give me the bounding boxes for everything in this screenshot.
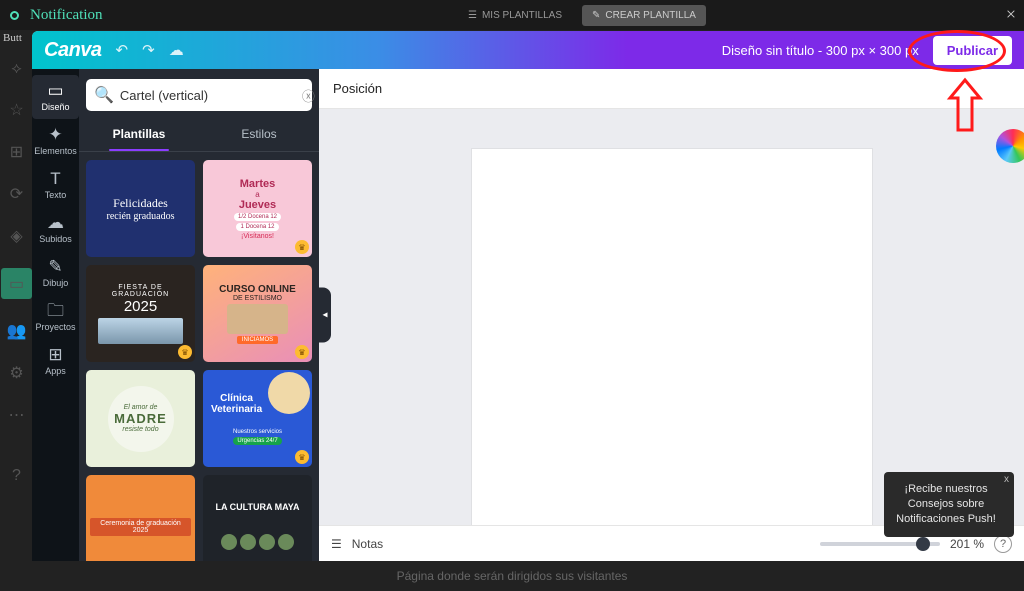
template-thumb[interactable]: LA CULTURA MAYA <box>203 475 312 561</box>
my-templates-button[interactable]: ☰ MIS PLANTILLAS <box>468 10 562 21</box>
text-icon: T <box>50 170 60 187</box>
cloud-sync-icon: ☁ <box>169 41 184 59</box>
create-template-button[interactable]: ✎ CREAR PLANTILLA <box>582 5 706 26</box>
bg-icon-active[interactable]: ▭ <box>1 268 32 299</box>
bg-icon[interactable]: ⚙ <box>9 363 23 383</box>
position-button[interactable]: Posición <box>333 81 382 96</box>
sidebar-item-uploads[interactable]: ☁ Subidos <box>32 207 79 251</box>
tab-styles[interactable]: Estilos <box>199 119 319 151</box>
sidebar-item-projects[interactable]: 🗀 Proyectos <box>32 295 79 339</box>
bg-icon[interactable]: ⟳ <box>10 184 23 204</box>
template-thumb[interactable]: Martes a Jueves 1/2 Docena 12 1 Docena 1… <box>203 160 312 257</box>
publish-button[interactable]: Publicar <box>933 36 1012 65</box>
folder-icon: 🗀 <box>47 302 64 319</box>
bg-icon[interactable]: ⟡ <box>11 60 22 78</box>
template-thumb[interactable]: CURSO ONLINE DE ESTILISMO INICIAMOS ♛ <box>203 265 312 362</box>
template-thumb[interactable]: El amor de MADRE resiste todo <box>86 370 195 467</box>
bg-footer-text: Página donde serán dirigidos sus visitan… <box>0 569 1024 583</box>
redo-icon[interactable]: ↷ <box>142 41 155 59</box>
canvas-page[interactable] <box>472 149 872 525</box>
search-input[interactable] <box>120 88 296 103</box>
zoom-value[interactable]: 201 % <box>950 537 984 551</box>
collapse-panel-icon[interactable]: ◂ <box>319 288 331 343</box>
premium-badge-icon: ♛ <box>295 450 309 464</box>
template-thumb[interactable]: Felicidades recién graduados <box>86 160 195 257</box>
help-icon[interactable]: ? <box>994 535 1012 553</box>
clear-search-icon[interactable]: ⓧ <box>302 86 315 105</box>
bg-icon[interactable]: ? <box>12 467 21 485</box>
bg-icon[interactable]: ⋯ <box>9 405 25 425</box>
template-thumb[interactable]: Ceremonia de graduación 2025 <box>86 475 195 561</box>
tooltip-close-icon[interactable]: x <box>1004 473 1009 487</box>
layout-icon: ▭ <box>47 82 63 99</box>
premium-badge-icon: ♛ <box>295 345 309 359</box>
apps-icon: ⊞ <box>48 346 62 363</box>
template-thumb[interactable]: FIESTA DE GRADUACIÓN 2025 ♛ <box>86 265 195 362</box>
search-input-wrapper[interactable]: 🔍 ⓧ ☰ <box>86 79 312 111</box>
push-tip-tooltip: x ¡Recibe nuestros Consejos sobre Notifi… <box>884 472 1014 537</box>
pencil-icon: ✎ <box>592 10 600 21</box>
stack-icon: ☰ <box>468 10 477 21</box>
undo-icon[interactable]: ↶ <box>116 41 129 59</box>
document-title[interactable]: Diseño sin título - 300 px × 300 px <box>722 43 919 58</box>
bg-icon[interactable]: ☆ <box>9 100 23 120</box>
sidebar-item-draw[interactable]: ✎ Dibujo <box>32 251 79 295</box>
notes-icon[interactable]: ☰ <box>331 537 342 551</box>
bg-title: Notification <box>30 7 102 24</box>
bg-icon[interactable]: ⊞ <box>10 142 23 162</box>
canva-logo[interactable]: Canva <box>44 39 102 62</box>
draw-icon: ✎ <box>48 258 62 275</box>
sidebar-item-apps[interactable]: ⊞ Apps <box>32 339 79 383</box>
notes-button[interactable]: Notas <box>352 537 383 551</box>
close-icon[interactable]: × <box>1006 4 1016 25</box>
bg-icon[interactable]: 👥 <box>7 321 27 341</box>
premium-badge-icon: ♛ <box>178 345 192 359</box>
tab-templates[interactable]: Plantillas <box>79 119 199 151</box>
color-picker-fab[interactable] <box>996 129 1024 163</box>
sidebar-item-elements[interactable]: ✦ Elementos <box>32 119 79 163</box>
search-icon: 🔍 <box>94 85 114 105</box>
bg-icon[interactable]: ◈ <box>10 226 22 246</box>
premium-badge-icon: ♛ <box>295 240 309 254</box>
zoom-slider[interactable] <box>820 542 940 546</box>
bg-subtitle: Butt <box>3 32 22 44</box>
sidebar-item-text[interactable]: T Texto <box>32 163 79 207</box>
elements-icon: ✦ <box>48 126 62 143</box>
cloud-upload-icon: ☁ <box>47 214 64 231</box>
template-thumb[interactable]: Clínica Veterinaria Nuestros servicios U… <box>203 370 312 467</box>
sidebar-item-design[interactable]: ▭ Diseño <box>32 75 79 119</box>
